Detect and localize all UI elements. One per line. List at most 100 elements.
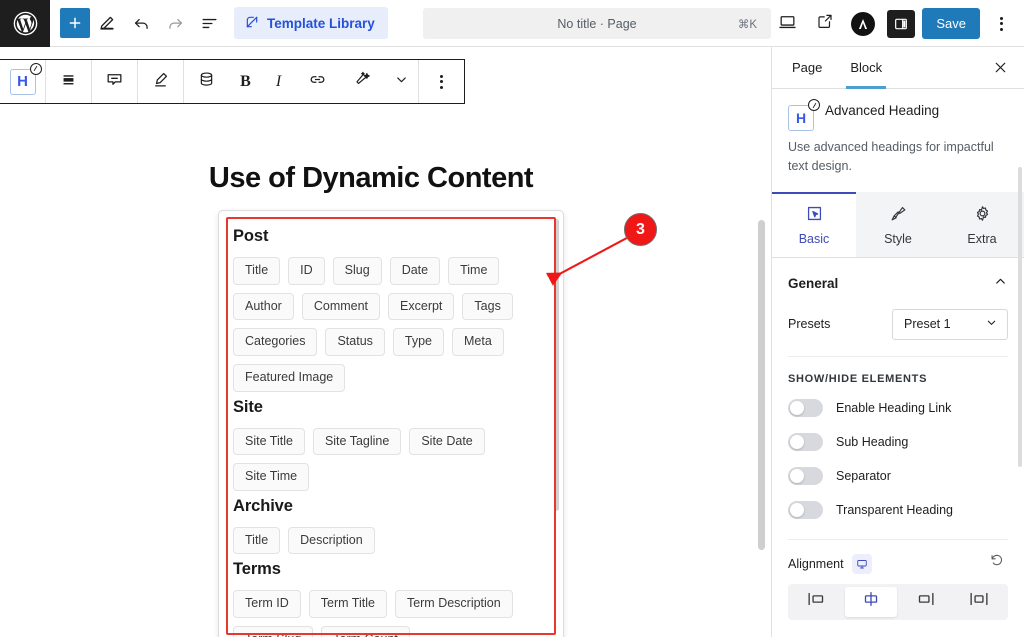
dynamic-chips-archive: Title Description (233, 526, 545, 555)
italic-button[interactable]: I (262, 60, 295, 103)
tab-block[interactable]: Block (836, 47, 896, 89)
toggle-enable-heading-link[interactable] (788, 398, 823, 417)
command-center-search[interactable]: No title · Page ⌘K (423, 8, 771, 39)
chip-term-description[interactable]: Term Description (394, 590, 513, 618)
sidebar-tabs: Page Block (772, 47, 1024, 89)
page-heading-block[interactable]: Use of Dynamic Content (0, 162, 742, 195)
undo-button[interactable] (124, 6, 158, 40)
chip-post-tags[interactable]: Tags (462, 292, 513, 321)
chip-post-meta[interactable]: Meta (452, 328, 504, 356)
chip-term-count[interactable]: Term Count (321, 626, 410, 637)
highlighter-button[interactable] (138, 60, 183, 103)
show-hide-group-title: SHOW/HIDE ELEMENTS (788, 372, 928, 385)
template-library-icon (244, 14, 260, 33)
chip-site-title[interactable]: Site Title (233, 427, 305, 456)
dynamic-content-popup: Post Title ID Slug Date Time Author Comm… (218, 210, 564, 637)
dynamic-content-scroll-area[interactable]: Post Title ID Slug Date Time Author Comm… (219, 211, 563, 637)
tab-style[interactable]: Style (856, 191, 940, 257)
chip-post-title[interactable]: Title (233, 257, 281, 285)
chevron-down-icon (985, 316, 998, 332)
chip-post-type[interactable]: Type (392, 328, 444, 356)
sidebar-settings-body: General Presets Preset 1 SHOW/HIDE ELEME… (772, 258, 1024, 637)
presets-row: Presets Preset 1 (772, 305, 1024, 354)
tab-page[interactable]: Page (778, 47, 836, 89)
tab-basic[interactable]: Basic (772, 191, 856, 257)
link-button[interactable] (295, 60, 340, 103)
block-options-button[interactable] (419, 60, 464, 103)
desktop-device-icon[interactable] (851, 553, 872, 574)
view-external-link-icon (816, 12, 834, 35)
ai-assistant-button[interactable] (340, 60, 385, 103)
toggle-label-separator: Separator (836, 468, 891, 483)
dynamic-content-button[interactable] (184, 60, 229, 103)
alignment-label: Alignment (788, 556, 844, 571)
align-center-button[interactable] (845, 586, 897, 617)
general-section-header[interactable]: General (772, 258, 1024, 305)
chip-post-time[interactable]: Time (448, 257, 500, 285)
chip-post-comment[interactable]: Comment (301, 292, 381, 321)
bold-button[interactable]: B (229, 60, 262, 103)
align-justify-button[interactable] (953, 587, 1005, 617)
spectra-brand-button[interactable] (846, 7, 880, 41)
block-toolbar-group-comment (92, 60, 138, 103)
toggle-row-sub-heading: Sub Heading (772, 425, 1024, 459)
chip-post-status[interactable]: Status (325, 328, 385, 356)
tab-extra[interactable]: Extra (940, 191, 1024, 257)
save-button[interactable]: Save (922, 8, 980, 39)
block-toolbar-group-options (419, 60, 464, 103)
template-library-label: Template Library (267, 15, 375, 31)
canvas-scrollbar[interactable] (758, 220, 765, 550)
drag-handle-button[interactable] (46, 60, 91, 103)
dynamic-section-title-terms: Terms (233, 560, 281, 579)
toggle-sub-heading[interactable] (788, 432, 823, 451)
chip-archive-title[interactable]: Title (233, 526, 281, 555)
chip-site-date[interactable]: Site Date (409, 427, 485, 456)
more-options-button[interactable] (984, 7, 1018, 41)
chip-archive-description[interactable]: Description (288, 526, 375, 555)
presets-select[interactable]: Preset 1 (892, 308, 1008, 340)
reset-icon (990, 553, 1004, 572)
settings-sidebar-toggle[interactable] (884, 7, 918, 41)
block-variant-badge-icon (808, 99, 820, 111)
align-justify-icon (968, 591, 990, 612)
chip-term-title[interactable]: Term Title (308, 590, 387, 618)
view-page-button[interactable] (808, 7, 842, 41)
add-comment-button[interactable] (92, 60, 137, 103)
chip-term-slug[interactable]: Term Slug (233, 626, 314, 637)
add-block-button[interactable] (60, 8, 90, 38)
align-left-icon (806, 591, 828, 612)
chip-post-id[interactable]: ID (288, 257, 325, 285)
toggle-separator[interactable] (788, 466, 823, 485)
chip-post-date[interactable]: Date (389, 257, 441, 285)
align-right-button[interactable] (899, 587, 951, 617)
chip-post-slug[interactable]: Slug (332, 257, 382, 285)
chip-site-tagline[interactable]: Site Tagline (312, 427, 402, 456)
more-rich-text-button[interactable] (385, 60, 418, 103)
wordpress-logo-button[interactable] (0, 0, 50, 47)
desktop-preview-button[interactable] (770, 7, 804, 41)
chevron-up-icon[interactable] (993, 274, 1008, 294)
chip-term-id[interactable]: Term ID (233, 590, 301, 618)
document-overview-button[interactable] (192, 6, 226, 40)
sidebar-scrollbar[interactable] (1018, 167, 1022, 467)
close-sidebar-button[interactable] (992, 59, 1010, 77)
redo-button[interactable] (158, 6, 192, 40)
magic-wand-icon (353, 70, 372, 94)
italic-icon: I (275, 72, 282, 90)
command-shortcut-label: ⌘K (737, 18, 757, 31)
reset-alignment-button[interactable] (986, 552, 1008, 574)
chip-post-featured-image[interactable]: Featured Image (233, 363, 346, 392)
align-left-button[interactable] (791, 587, 843, 617)
chip-site-time[interactable]: Site Time (233, 463, 310, 491)
chip-post-author[interactable]: Author (233, 292, 294, 321)
spectra-brand-icon (851, 11, 876, 36)
highlighter-pen-icon (151, 70, 170, 94)
chip-post-excerpt[interactable]: Excerpt (388, 292, 455, 321)
chip-post-categories[interactable]: Categories (233, 328, 318, 356)
block-type-button[interactable]: H (0, 60, 45, 103)
tab-style-label: Style (884, 232, 912, 246)
edit-tool-button[interactable] (90, 6, 124, 40)
toggle-transparent-heading[interactable] (788, 500, 823, 519)
template-library-button[interactable]: Template Library (234, 7, 388, 39)
more-options-vertical-icon (440, 74, 443, 89)
